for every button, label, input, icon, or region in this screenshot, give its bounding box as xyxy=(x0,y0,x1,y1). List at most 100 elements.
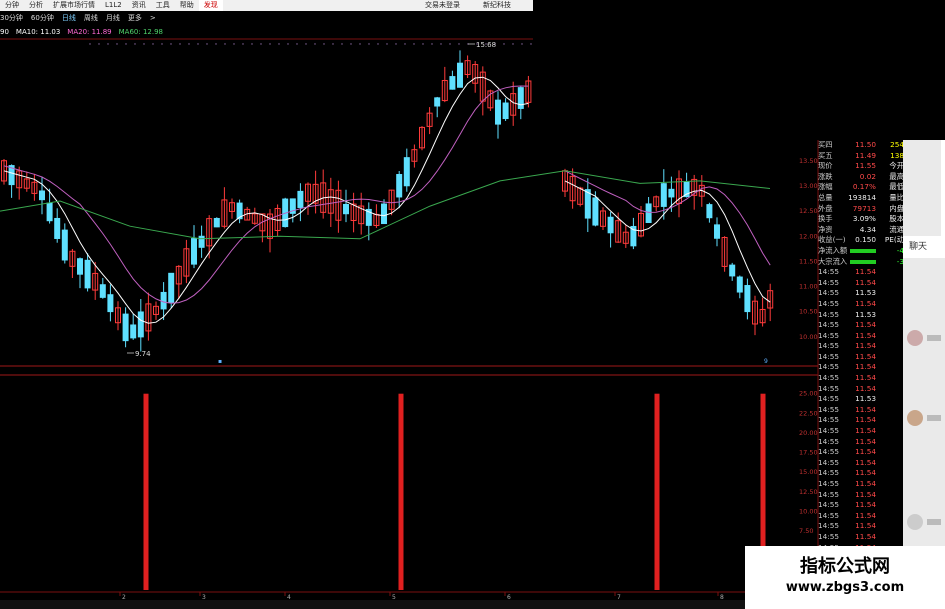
tick-time: 14:55 xyxy=(818,404,840,414)
quote-label: 涨跌 xyxy=(818,171,833,181)
quote-row: 现价 11.55 今开 xyxy=(818,161,904,172)
guide-dot xyxy=(395,43,397,45)
candle-body xyxy=(213,217,220,228)
candle-body xyxy=(714,224,720,239)
guide-dot xyxy=(431,43,433,45)
candle-body xyxy=(77,258,83,275)
quote-label: 涨幅 xyxy=(818,182,833,192)
avatar xyxy=(907,330,923,346)
candle-body xyxy=(729,264,736,277)
guide-dot xyxy=(269,43,271,45)
guide-dot xyxy=(278,43,280,45)
tick-row: 14:55 11.54 xyxy=(818,267,904,278)
price-tick-label: 10.50 xyxy=(799,308,818,316)
guide-dot xyxy=(287,43,289,45)
signal-bar xyxy=(398,393,404,590)
quote-label: 大宗流入 xyxy=(818,256,848,266)
tick-time: 14:55 xyxy=(818,447,840,457)
tick-row: 14:55 11.54 xyxy=(818,362,904,373)
candle-body xyxy=(343,203,349,215)
quote-extra: 股本 xyxy=(889,214,904,224)
chat-panel: 聊天 xyxy=(903,140,945,609)
chat-tab[interactable]: 聊天 xyxy=(903,236,945,258)
guide-dot xyxy=(368,43,370,45)
quote-value: 0.02 xyxy=(859,171,876,181)
tick-price: 11.54 xyxy=(855,426,876,436)
quote-value: 11.50 xyxy=(855,140,876,149)
tick-row: 14:55 11.54 xyxy=(818,532,904,543)
guide-dot xyxy=(341,43,343,45)
candle-body xyxy=(660,183,667,207)
tick-row: 14:55 11.53 xyxy=(818,310,904,321)
quote-extra: PE(动 xyxy=(884,235,904,245)
guide-dot xyxy=(359,43,361,45)
quote-value: 0.150 xyxy=(855,235,876,245)
volume-tick-label: 22.50 xyxy=(799,409,818,417)
tick-time: 14:55 xyxy=(818,383,840,393)
guide-dot xyxy=(152,43,154,45)
tick-price: 11.54 xyxy=(855,510,876,520)
tick-time: 14:55 xyxy=(818,362,840,372)
candles xyxy=(1,50,774,352)
guide-dot xyxy=(197,43,199,45)
tick-price: 11.54 xyxy=(855,415,876,425)
candle-body xyxy=(396,174,403,198)
tick-row: 14:55 11.54 xyxy=(818,384,904,395)
tick-row: 14:55 11.54 xyxy=(818,458,904,469)
bottom-scroll-bar[interactable] xyxy=(0,600,745,609)
avatar xyxy=(907,514,923,530)
candle-body xyxy=(403,157,410,187)
tick-row: 14:55 11.54 xyxy=(818,415,904,426)
tick-time: 14:55 xyxy=(818,330,840,340)
guide-dot xyxy=(161,43,163,45)
tick-price: 11.53 xyxy=(855,288,876,298)
tick-price: 11.54 xyxy=(855,351,876,361)
tick-row: 14:55 11.54 xyxy=(818,479,904,490)
flow-bar xyxy=(850,259,876,264)
guide-dot xyxy=(206,43,208,45)
quote-extra: 254 xyxy=(890,140,904,149)
kline-chart[interactable]: 13.50 13.00 12.50 12.00 11.50 11.00 10.50 10.00… xyxy=(0,0,945,609)
watermark-url: www.zbgs3.com xyxy=(785,580,905,595)
price-tick-label: 11.50 xyxy=(799,257,818,265)
tick-row: 14:55 11.53 xyxy=(818,288,904,299)
quote-extra: 最低 xyxy=(889,182,904,192)
tick-row: 14:55 11.54 xyxy=(818,331,904,342)
guide-dot xyxy=(530,43,532,45)
candle-body xyxy=(495,99,501,125)
quote-row: 换手 3.09% 股本 xyxy=(818,214,904,225)
quote-label: 净资 xyxy=(818,224,833,234)
tick-price: 11.54 xyxy=(855,341,876,351)
guide-dot xyxy=(215,43,217,45)
marker-label: ▪ xyxy=(218,358,222,365)
quote-value: 3.09% xyxy=(852,214,876,224)
guide-dot xyxy=(107,43,109,45)
tick-price: 11.54 xyxy=(855,447,876,457)
quote-row: 总量 193814 量比 xyxy=(818,193,904,204)
quote-extra: 最高 xyxy=(889,171,904,181)
candle-body xyxy=(706,204,713,219)
quote-extra: 138 xyxy=(890,150,904,160)
price-tick-label: 12.50 xyxy=(799,207,818,215)
guide-dot xyxy=(323,43,325,45)
quote-row: 外盘 79713 内盘 xyxy=(818,204,904,215)
tick-time: 14:55 xyxy=(818,394,840,404)
quote-row: 买五 11.49 138 xyxy=(818,151,904,162)
guide-dot xyxy=(386,43,388,45)
watermark-title: 指标公式网 xyxy=(800,556,890,577)
tick-price: 11.54 xyxy=(855,521,876,531)
tick-time: 14:55 xyxy=(818,531,840,541)
tick-price: 11.54 xyxy=(855,320,876,330)
quote-label: 总量 xyxy=(818,192,833,202)
volume-tick-label: 17.50 xyxy=(799,449,818,457)
blurred-message xyxy=(927,415,941,421)
high-annotation: 15.68 xyxy=(476,41,496,49)
candle-body xyxy=(54,217,61,239)
guide-dot xyxy=(98,43,100,45)
tick-price: 11.53 xyxy=(855,394,876,404)
tick-time: 14:55 xyxy=(818,468,840,478)
low-annotation: 9.74 xyxy=(135,350,151,358)
guide-dot xyxy=(377,43,379,45)
blurred-message xyxy=(927,335,941,341)
signal-bar xyxy=(654,393,660,590)
